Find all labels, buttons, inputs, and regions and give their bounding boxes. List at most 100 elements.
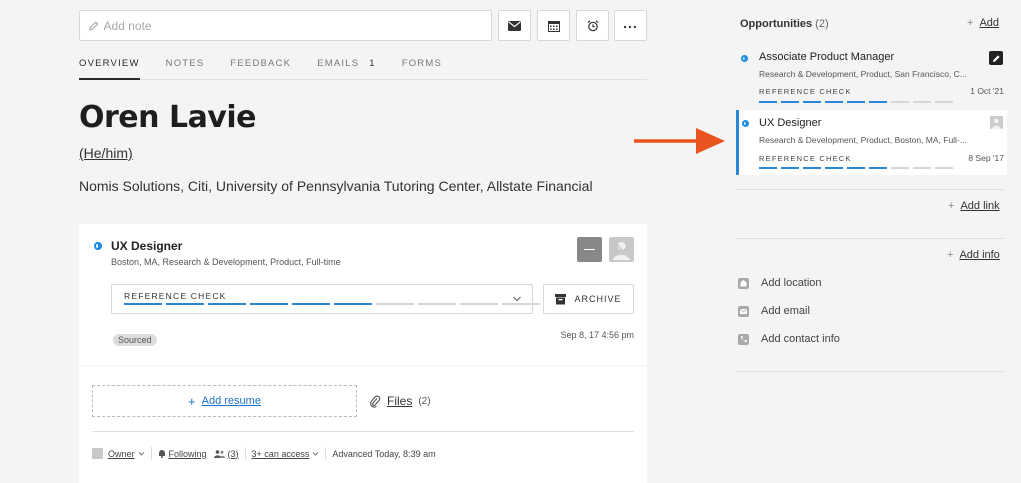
stage-label: REFERENCE CHECK [759, 154, 852, 163]
progress-segment-complete [781, 101, 799, 103]
owner-avatar[interactable] [609, 237, 634, 262]
progress-segment-complete [869, 167, 887, 169]
section-divider [736, 238, 1004, 239]
pronouns[interactable]: (He/him) [79, 145, 133, 161]
files-link[interactable]: Files (2) [369, 394, 431, 408]
edit-icon[interactable] [989, 51, 1003, 65]
opportunity-status-icon [94, 242, 102, 250]
schedule-button[interactable] [537, 10, 570, 41]
opportunity-title: Associate Product Manager [759, 51, 895, 63]
tab-label: OVERVIEW [79, 58, 140, 69]
collapse-button[interactable] [577, 237, 602, 262]
opportunity-card: UX Designer Boston, MA, Research & Devel… [79, 224, 647, 365]
stage-select[interactable]: REFERENCE CHECK [111, 284, 540, 314]
owner-dropdown[interactable]: Owner [108, 449, 135, 459]
tab-notes[interactable]: NOTES [166, 53, 205, 80]
progress-segment-complete [869, 101, 887, 103]
chevron-down-icon [513, 296, 521, 302]
opportunities-label: Opportunities [740, 18, 813, 30]
add-link-label: Add link [960, 200, 1000, 212]
add-location-row[interactable]: Add location [738, 277, 822, 289]
more-options-button[interactable]: ... [614, 10, 647, 41]
add-resume-link[interactable]: Add resume [202, 395, 261, 407]
people-icon [213, 449, 225, 458]
tab-label: EMAILS [317, 58, 360, 69]
ellipsis-icon: ... [623, 14, 638, 31]
stage-label: REFERENCE CHECK [124, 291, 227, 301]
meta-divider [325, 447, 327, 460]
tab-label: FEEDBACK [230, 58, 292, 69]
sidebar-opportunity-item[interactable]: Associate Product Manager Research & Dev… [736, 46, 1007, 106]
opportunity-subtitle: Research & Development, Product, San Fra… [759, 69, 967, 79]
add-note-field[interactable] [79, 10, 492, 41]
stage-progress-bar [124, 303, 540, 305]
section-divider [736, 371, 1004, 372]
phone-icon [738, 333, 749, 345]
chevron-down-icon [312, 452, 319, 456]
plus-icon: + [967, 17, 974, 29]
bell-icon [158, 450, 165, 458]
email-button[interactable] [498, 10, 531, 41]
tab-label: NOTES [165, 58, 205, 69]
followers-count[interactable]: (3) [228, 449, 239, 459]
archive-button[interactable]: ARCHIVE [543, 284, 634, 314]
opportunity-status-icon [741, 55, 748, 62]
stage-progress-bar [759, 167, 953, 169]
opportunity-date: 8 Sep '17 [968, 153, 1004, 163]
progress-segment-pending [376, 303, 414, 305]
opportunities-header: Opportunities (2) [740, 18, 829, 30]
progress-segment-complete [124, 303, 162, 305]
progress-segment-complete [847, 101, 865, 103]
chevron-down-icon [138, 452, 144, 456]
location-icon [738, 277, 749, 289]
minus-icon [584, 248, 595, 251]
tab-emails[interactable]: EMAILS 1 [317, 53, 376, 80]
sidebar-opportunity-item-selected[interactable]: UX Designer Research & Development, Prod… [736, 110, 1007, 175]
following-toggle[interactable]: Following [169, 449, 207, 459]
add-resume-dropzone[interactable]: + Add resume [92, 385, 357, 417]
archive-label: ARCHIVE [574, 294, 622, 304]
section-divider [736, 189, 1004, 190]
envelope-icon [508, 20, 521, 31]
advanced-timestamp: Advanced Today, 8:39 am [332, 448, 436, 459]
add-link-button[interactable]: + Add link [948, 200, 1000, 212]
profile-tabs: OVERVIEW NOTES FEEDBACK EMAILS 1 FORMS [79, 53, 647, 80]
arrow-annotation-icon [634, 128, 725, 154]
progress-segment-pending [913, 101, 931, 103]
plus-icon: + [948, 200, 955, 212]
opportunity-title[interactable]: UX Designer [111, 239, 182, 253]
tab-forms[interactable]: FORMS [402, 53, 442, 80]
progress-segment-complete [334, 303, 372, 305]
add-contact-info-row[interactable]: Add contact info [738, 333, 840, 345]
opportunities-count: (2) [815, 18, 829, 30]
tab-label: FORMS [401, 58, 443, 69]
add-note-input[interactable] [103, 18, 491, 33]
progress-segment-complete [803, 167, 821, 169]
add-opportunity-button[interactable]: + Add [967, 17, 999, 29]
pencil-icon [89, 20, 99, 31]
tab-feedback[interactable]: FEEDBACK [230, 53, 291, 80]
archive-box-icon [555, 293, 567, 304]
candidate-meta-bar: Owner Following (3) 3+ can access Advanc… [92, 447, 436, 460]
reminder-button[interactable] [576, 10, 609, 41]
source-badge-label: Sourced [113, 334, 157, 346]
person-placeholder-icon [992, 118, 1001, 129]
progress-segment-complete [208, 303, 246, 305]
tab-count-badge: 1 [369, 58, 376, 69]
progress-segment-complete [250, 303, 288, 305]
add-info-button[interactable]: + Add info [947, 249, 1000, 261]
tab-overview[interactable]: OVERVIEW [79, 53, 140, 80]
opportunity-date: 1 Oct '21 [970, 86, 1004, 96]
resume-section: + Add resume Files (2) Owner Following (… [79, 366, 647, 483]
progress-segment-pending [891, 167, 909, 169]
owner-avatar-small [92, 448, 103, 459]
owner-avatar[interactable] [990, 116, 1003, 129]
progress-segment-pending [913, 167, 931, 169]
access-dropdown[interactable]: 3+ can access [252, 449, 310, 459]
progress-segment-complete [847, 167, 865, 169]
progress-segment-complete [292, 303, 330, 305]
opportunity-subtitle: Research & Development, Product, Boston,… [759, 135, 967, 145]
add-email-row[interactable]: Add email [738, 305, 810, 317]
stage-progress-bar [759, 101, 953, 103]
progress-segment-pending [891, 101, 909, 103]
